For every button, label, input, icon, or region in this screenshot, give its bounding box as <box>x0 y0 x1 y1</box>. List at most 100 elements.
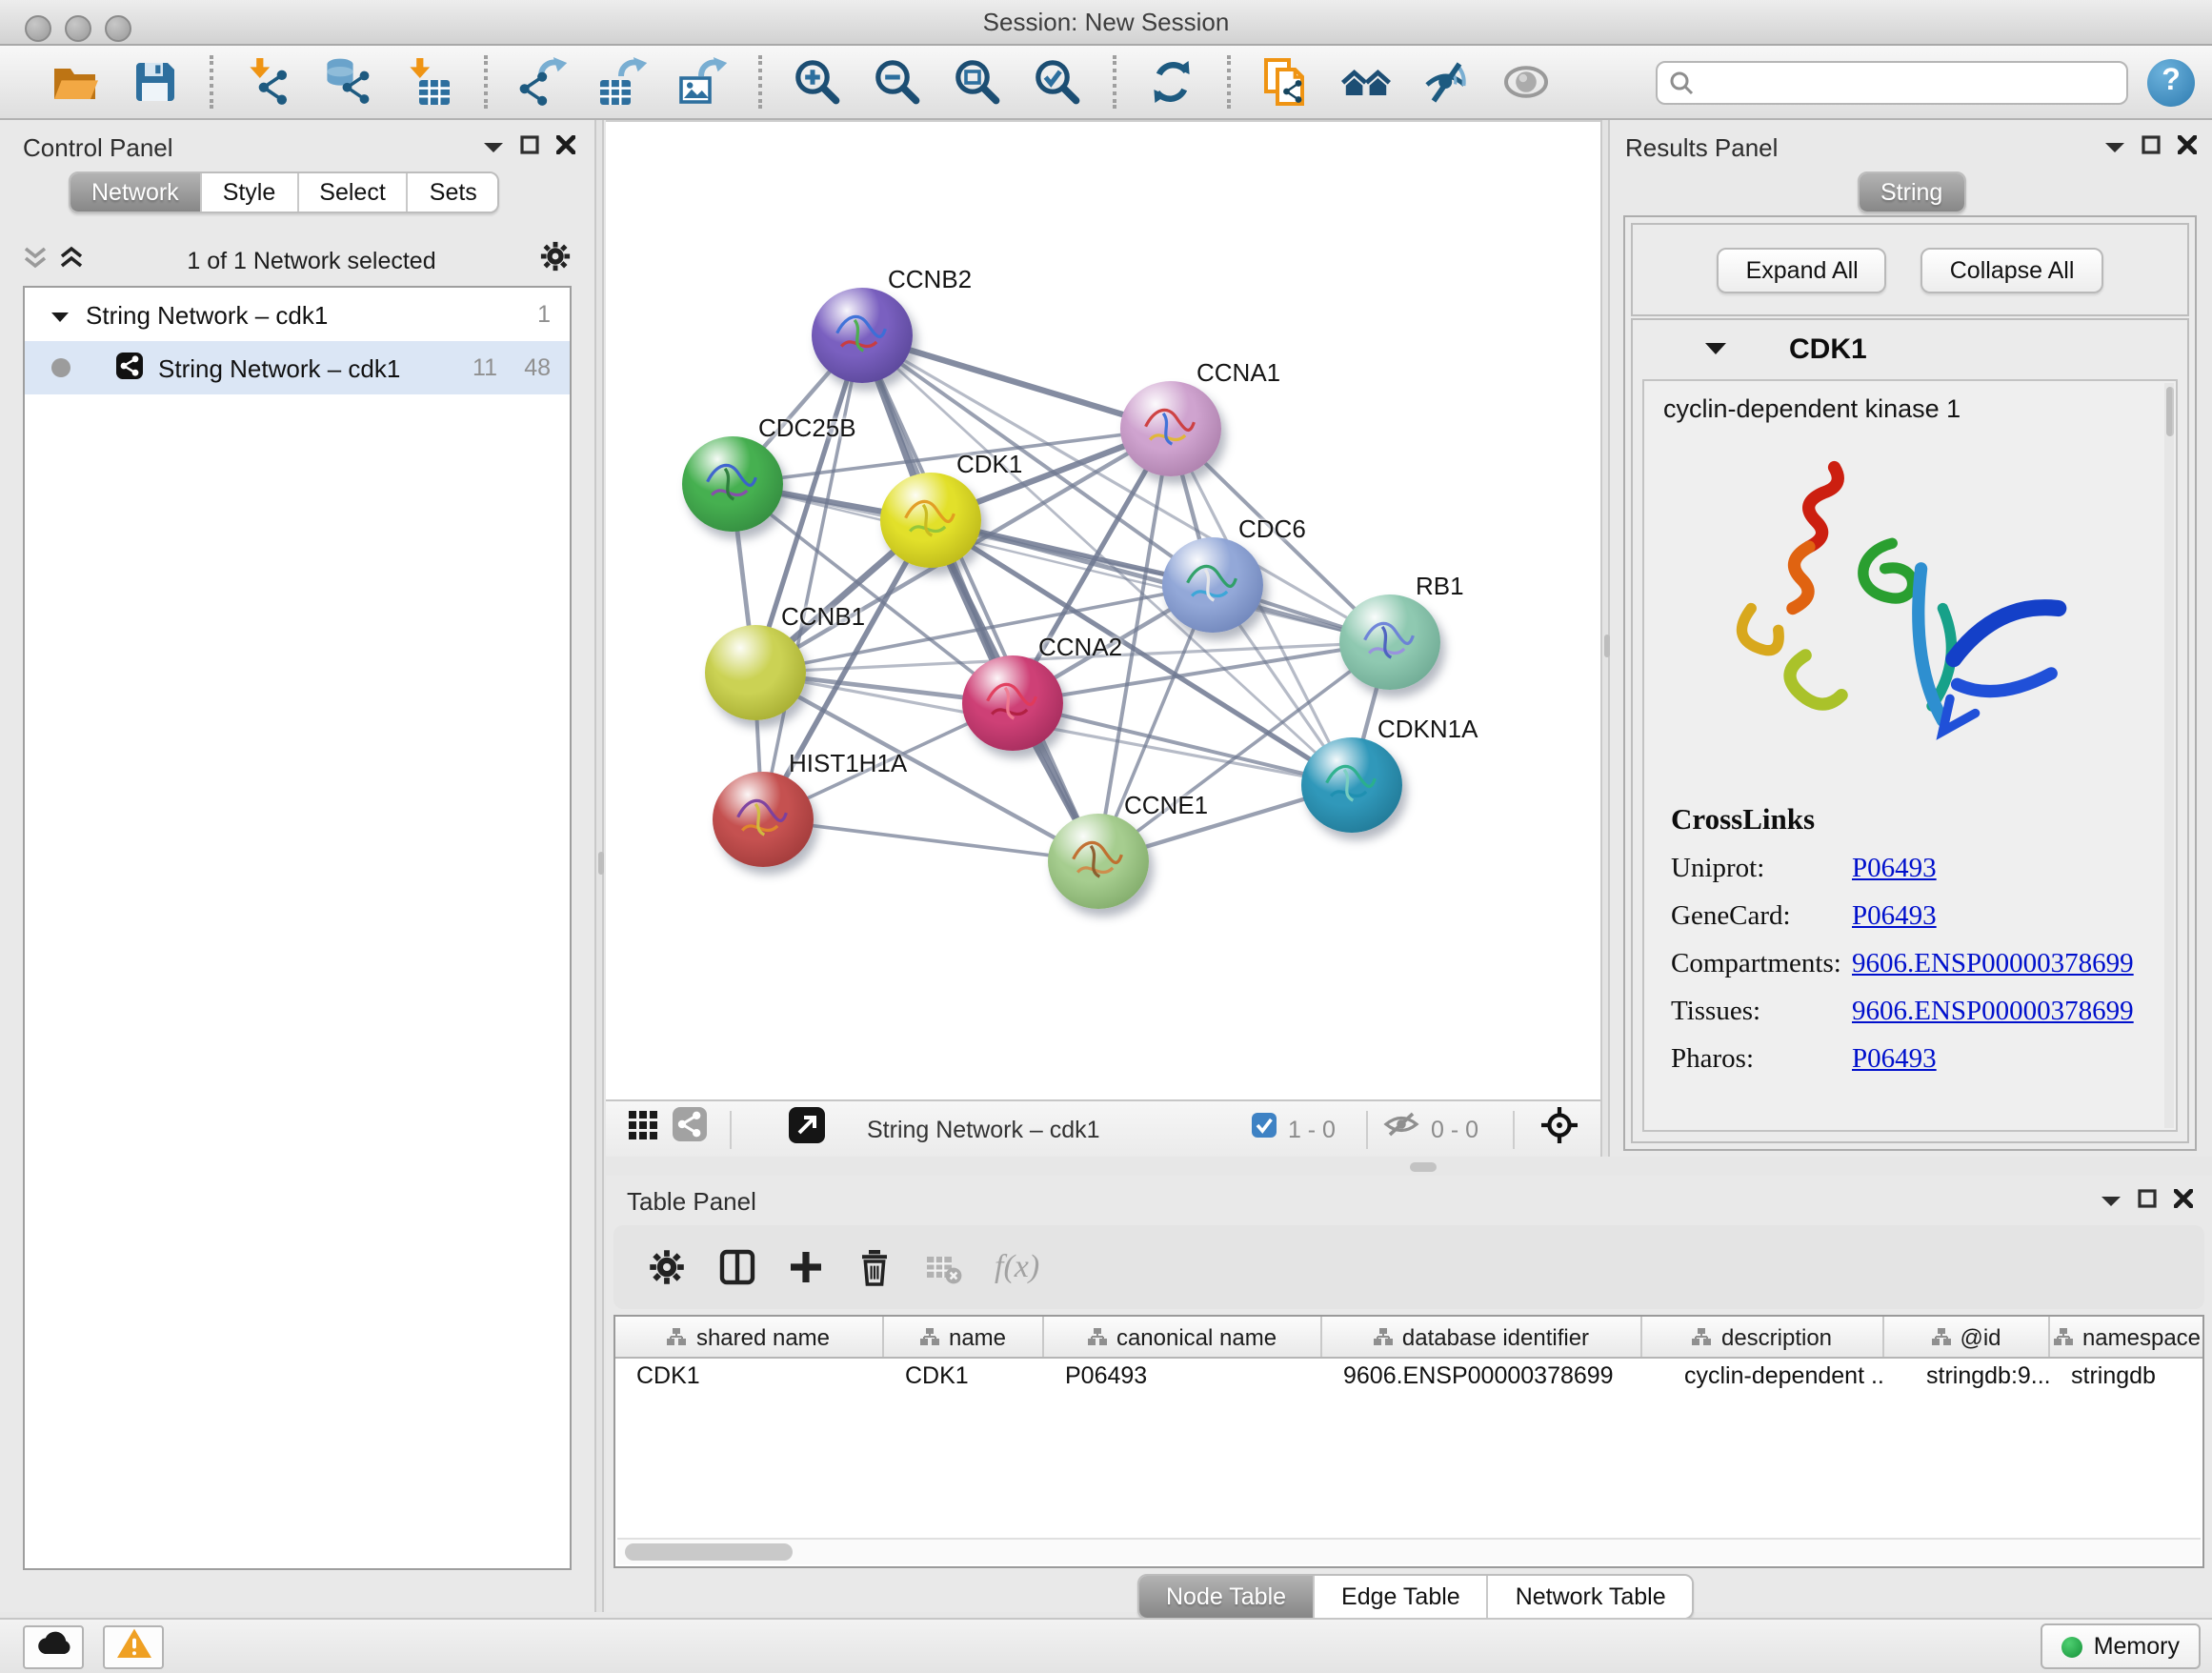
column-header-id[interactable]: @id <box>1884 1317 2050 1357</box>
search-input[interactable] <box>1656 60 2128 104</box>
node-ccnb1[interactable] <box>704 625 805 720</box>
left-splitter[interactable] <box>594 120 604 1612</box>
column-header-sharedname[interactable]: shared name <box>615 1317 884 1357</box>
column-header-namespace[interactable]: namespace <box>2050 1317 2204 1357</box>
network-tree: String Network – cdk11String Network – c… <box>23 286 572 1570</box>
crosslink-link[interactable]: 9606.ENSP00000378699 <box>1852 997 2134 1029</box>
crosslink-link[interactable]: P06493 <box>1852 901 1937 934</box>
import-table-button[interactable] <box>402 55 455 109</box>
tab-select[interactable]: Select <box>296 173 407 212</box>
zoom-out-button[interactable] <box>871 55 924 109</box>
results-panel-close-icon[interactable] <box>2178 130 2197 164</box>
tab-style[interactable]: Style <box>200 173 297 212</box>
node-cdc6[interactable] <box>1161 537 1262 633</box>
table-horizontal-scrollbar[interactable] <box>617 1538 2201 1564</box>
save-session-button[interactable] <box>128 55 181 109</box>
show-graphics-button[interactable] <box>1499 55 1553 109</box>
tab-network[interactable]: Network <box>70 173 200 212</box>
results-panel-float-icon[interactable] <box>2142 130 2161 164</box>
tab-sets[interactable]: Sets <box>407 173 498 212</box>
node-rb1[interactable] <box>1338 595 1439 690</box>
duplicate-network-button[interactable] <box>1259 55 1313 109</box>
network-tree-row[interactable]: String Network – cdk11 <box>25 288 570 341</box>
warnings-button[interactable] <box>103 1625 164 1669</box>
table-cell: P06493 <box>1044 1359 1322 1397</box>
toggle-graphics-details-button[interactable] <box>1419 55 1473 109</box>
network-share-view-icon[interactable] <box>673 1107 707 1151</box>
duplicate-network-icon <box>1261 57 1311 107</box>
node-ccnb2[interactable] <box>811 288 912 383</box>
network-tree-row[interactable]: String Network – cdk11148 <box>25 341 570 394</box>
help-button[interactable]: ? <box>2147 58 2195 106</box>
network-canvas[interactable]: CCNB2CCNA1CDC25BCDK1CDC6RB1CCNB1CCNA2CDK… <box>606 120 1600 1101</box>
memory-button[interactable]: Memory <box>2041 1623 2201 1669</box>
tab-edge-table[interactable]: Edge Table <box>1313 1576 1487 1618</box>
table-panel-menu-icon[interactable] <box>2101 1183 2121 1218</box>
control-panel-close-icon[interactable] <box>556 130 575 164</box>
node-cdc25b[interactable] <box>681 436 782 532</box>
refresh-icon <box>1147 57 1196 107</box>
table-panel-close-icon[interactable] <box>2174 1183 2193 1218</box>
collapse-all-networks-icon[interactable] <box>23 243 48 277</box>
column-header-databaseidentifier[interactable]: database identifier <box>1322 1317 1642 1357</box>
select-columns-icon[interactable] <box>718 1248 756 1286</box>
crosslink-link[interactable]: 9606.ENSP00000378699 <box>1852 949 2134 981</box>
table-row[interactable]: CDK1CDK1P064939606.ENSP00000378699cyclin… <box>615 1359 2202 1397</box>
horizontal-splitter[interactable] <box>606 1157 2212 1176</box>
column-header-canonicalname[interactable]: canonical name <box>1044 1317 1322 1357</box>
column-header-description[interactable]: description <box>1642 1317 1884 1357</box>
gene-description: cyclin-dependent kinase 1 <box>1663 394 1961 423</box>
export-table-button[interactable] <box>596 55 650 109</box>
node-ccna2[interactable] <box>961 655 1062 751</box>
delete-column-trash-icon[interactable] <box>855 1248 894 1286</box>
birdseye-crosshair-icon[interactable] <box>1541 1106 1578 1152</box>
table-settings-gear-icon[interactable] <box>648 1248 686 1286</box>
cloud-status-button[interactable] <box>23 1625 84 1669</box>
expand-all-networks-icon[interactable] <box>59 243 84 277</box>
selected-checkbox-icon[interactable] <box>1252 1112 1277 1146</box>
gene-section-collapse-icon[interactable] <box>1705 332 1726 366</box>
protein-thumbnail <box>1178 556 1243 614</box>
export-network-button[interactable] <box>516 55 570 109</box>
grid-view-icon[interactable] <box>629 1110 657 1148</box>
open-session-button[interactable] <box>48 55 101 109</box>
results-scrollbar[interactable] <box>2164 383 2174 1128</box>
table-panel-float-icon[interactable] <box>2138 1183 2157 1218</box>
tab-string[interactable]: String <box>1860 173 1963 212</box>
results-panel-menu-icon[interactable] <box>2105 130 2124 164</box>
zoom-selected-button[interactable] <box>1031 55 1084 109</box>
node-label-ccnb2: CCNB2 <box>888 265 972 293</box>
add-column-icon[interactable] <box>789 1250 823 1284</box>
control-panel-float-icon[interactable] <box>520 130 539 164</box>
tab-node-table[interactable]: Node Table <box>1139 1576 1313 1618</box>
import-network-button[interactable] <box>242 55 295 109</box>
node-cdkn1a[interactable] <box>1300 737 1401 833</box>
zoom-selected-icon <box>1033 57 1082 107</box>
control-panel-menu-icon[interactable] <box>484 130 503 164</box>
crosslink-link[interactable]: P06493 <box>1852 1044 1937 1077</box>
node-label-cdkn1a: CDKN1A <box>1377 715 1478 743</box>
right-splitter[interactable] <box>1600 120 1610 1176</box>
tab-network-table[interactable]: Network Table <box>1487 1576 1693 1618</box>
import-database-button[interactable] <box>322 55 375 109</box>
refresh-button[interactable] <box>1145 55 1198 109</box>
node-ccna1[interactable] <box>1119 381 1220 476</box>
network-options-gear-icon[interactable] <box>539 239 572 281</box>
zoom-fit-button[interactable] <box>951 55 1004 109</box>
node-cdk1[interactable] <box>879 473 980 568</box>
column-type-icon <box>920 1328 939 1345</box>
expand-all-button[interactable]: Expand All <box>1718 247 1887 292</box>
home-button[interactable] <box>1339 55 1393 109</box>
zoom-in-button[interactable] <box>791 55 844 109</box>
node-ccne1[interactable] <box>1047 814 1148 909</box>
tree-collapse-icon[interactable] <box>51 300 69 329</box>
node-hist1h1a[interactable] <box>712 772 813 867</box>
crosslink-link[interactable]: P06493 <box>1852 854 1937 886</box>
hidden-elements-counter: 0 - 0 <box>1431 1116 1478 1142</box>
table-scrollbar-thumb[interactable] <box>625 1543 793 1561</box>
collapse-all-button[interactable]: Collapse All <box>1921 247 2103 292</box>
column-header-label: namespace <box>2082 1323 2201 1350</box>
column-header-name[interactable]: name <box>884 1317 1044 1357</box>
export-image-button[interactable] <box>676 55 730 109</box>
open-in-window-icon[interactable] <box>789 1106 825 1152</box>
